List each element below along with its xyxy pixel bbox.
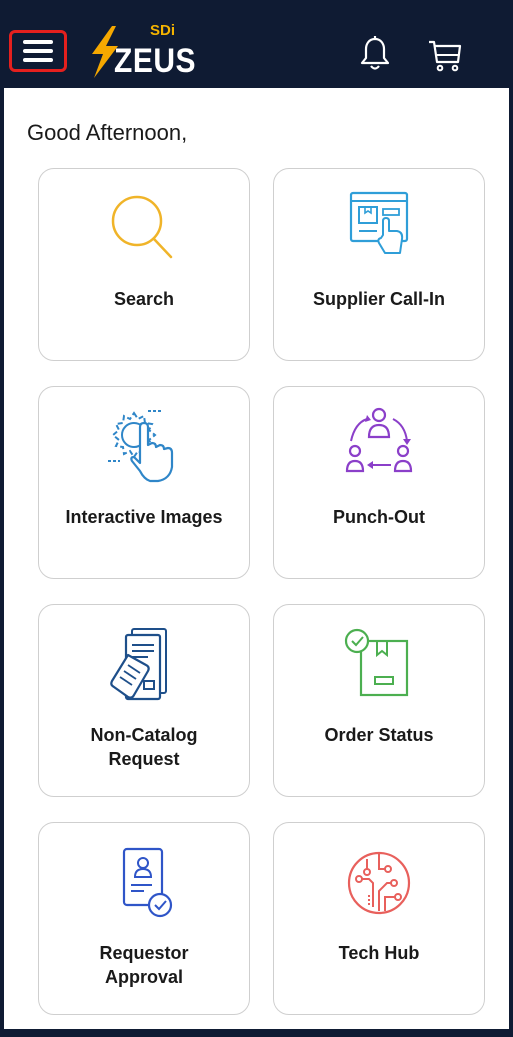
notifications-button[interactable] [359,36,391,72]
tech-hub-icon [347,851,411,915]
tile-label: Punch-Out [333,507,425,527]
interactive-images-icon [108,410,174,483]
dashboard-content: Good Afternoon, Search Supplier Call-In [4,88,509,1029]
top-bar: SDi ZEUS [0,0,513,88]
tile-label: Non-Catalog Request [90,725,198,769]
tile-label: Order Status [324,725,434,745]
tile-supplier-call-in[interactable]: Supplier Call-In [273,168,485,361]
tile-search[interactable]: Search [38,168,250,361]
tile-non-catalog-request[interactable]: Non-Catalog Request [38,604,250,797]
hamburger-menu-icon [23,40,53,62]
tile-interactive-images[interactable]: Interactive Images [38,386,250,579]
bell-icon [360,36,390,70]
supplier-call-in-icon [349,191,409,254]
greeting-text: Good Afternoon, [27,120,188,145]
tile-tech-hub[interactable]: Tech Hub [273,822,485,1015]
tile-label: Supplier Call-In [312,289,445,309]
non-catalog-request-icon [110,628,167,701]
search-icon [111,195,173,259]
menu-button[interactable] [9,30,67,72]
cart-icon [429,40,462,72]
order-status-icon [344,628,409,697]
tile-label: Search [113,289,175,309]
cart-button[interactable] [428,40,462,72]
requestor-approval-icon [122,847,173,918]
punch-out-icon [345,407,413,473]
tile-label: Requestor Approval [99,943,189,987]
tile-requestor-approval[interactable]: Requestor Approval [38,822,250,1015]
zeus-logo: SDi ZEUS [88,22,198,80]
logo-sub-text: SDi [150,22,176,39]
app-frame: SDi ZEUS Good Afternoon, Search Supplier… [0,0,513,1037]
logo-main-text: ZEUS [114,42,197,80]
tile-order-status[interactable]: Order Status [273,604,485,797]
tile-punch-out[interactable]: Punch-Out [273,386,485,579]
tile-label: Tech Hub [338,943,420,963]
tile-label: Interactive Images [65,507,223,527]
